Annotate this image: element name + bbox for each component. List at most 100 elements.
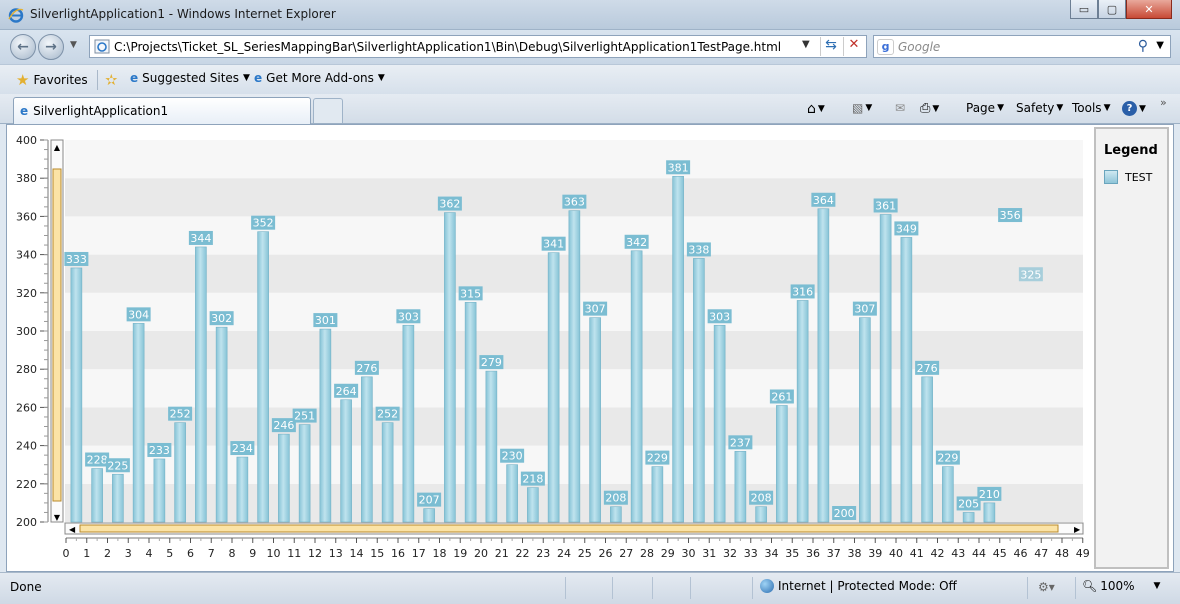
data-label: 333 [66, 253, 87, 266]
search-input[interactable]: Google [898, 40, 940, 54]
chart-bar [713, 324, 726, 523]
refresh-icon[interactable]: ⇆ [820, 37, 841, 56]
data-label: 338 [688, 243, 709, 256]
data-label: 342 [626, 236, 647, 249]
suggested-sites-button[interactable]: e Suggested Sites ▼ [130, 71, 250, 85]
more-commands-icon[interactable]: » [1160, 96, 1167, 109]
x-axis-tick-label: 11 [287, 547, 301, 560]
close-button[interactable]: ✕ [1126, 0, 1172, 19]
search-icon[interactable]: ⚲ [1138, 38, 1148, 54]
x-axis-tick-label: 19 [453, 547, 467, 560]
new-tab-button[interactable] [313, 98, 343, 123]
data-label: 229 [647, 452, 668, 465]
read-mail-button[interactable]: ✉ [895, 101, 905, 115]
chart-bar [859, 317, 871, 523]
y-axis-tick-label: 320 [16, 287, 37, 300]
add-to-favorites-button[interactable]: ✫ [105, 71, 118, 89]
legend-swatch [1104, 170, 1118, 184]
data-label: 218 [522, 473, 543, 486]
chart-bar [464, 302, 477, 523]
restore-button[interactable]: ▢ [1098, 0, 1126, 19]
chevron-down-icon: ▼ [817, 104, 825, 114]
x-axis-tick-label: 46 [1014, 547, 1028, 560]
chevron-down-icon: ▼ [932, 103, 940, 114]
chart-bar [423, 508, 435, 523]
ie-logo-icon [8, 8, 24, 23]
favorites-button[interactable]: ★ Favorites [16, 71, 88, 89]
x-axis-tick-label: 23 [536, 547, 550, 560]
chart-bar [527, 487, 539, 523]
data-label: 361 [875, 199, 896, 212]
data-label: 276 [917, 362, 938, 375]
data-label: 233 [149, 444, 170, 457]
legend: Legend TEST [1094, 127, 1169, 569]
data-label: 302 [211, 312, 232, 325]
data-label: 325 [1020, 268, 1041, 281]
chart-bar [589, 317, 601, 523]
x-axis-tick-label: 24 [557, 547, 571, 560]
data-label: 252 [377, 408, 398, 421]
chart-bar [755, 506, 767, 523]
x-axis-tick-label: 17 [412, 547, 426, 560]
security-zone[interactable]: Internet | Protected Mode: Off [760, 579, 957, 593]
tools-menu-label: Tools [1072, 101, 1102, 115]
data-label: 301 [315, 314, 336, 327]
chart-bar [817, 208, 830, 523]
stop-icon[interactable]: ✕ [843, 37, 864, 56]
page-menu[interactable]: Page ▼ [966, 101, 1004, 115]
chart-bar [921, 376, 933, 523]
x-axis-tick-label: 48 [1055, 547, 1069, 560]
y-axis-tick-label: 200 [16, 516, 37, 529]
get-more-addons-button[interactable]: e Get More Add-ons ▼ [254, 71, 385, 85]
x-axis-tick-label: 25 [578, 547, 592, 560]
x-axis-tick-label: 10 [267, 547, 281, 560]
chart-bar [672, 175, 684, 523]
data-label: 208 [751, 492, 772, 505]
safety-menu[interactable]: Safety ▼ [1016, 101, 1063, 115]
x-axis-tick-label: 14 [350, 547, 364, 560]
data-label: 205 [958, 497, 979, 510]
x-axis-tick-label: 15 [370, 547, 384, 560]
ie-tab-icon: e [20, 104, 29, 118]
zoom-button[interactable]: 🔍︎ 100% ▼ [1082, 579, 1160, 593]
data-label: 304 [128, 308, 149, 321]
forward-button[interactable]: → [38, 34, 64, 60]
address-url[interactable]: C:\Projects\Ticket_SL_SeriesMappingBar\S… [114, 40, 781, 54]
page-icon [94, 39, 110, 54]
tools-menu[interactable]: Tools ▼ [1072, 101, 1110, 115]
y-scroll-down-icon: ▼ [54, 513, 61, 522]
chevron-down-icon: ▼ [1056, 103, 1064, 113]
title-bar: SilverlightApplication1 - Windows Intern… [0, 0, 1180, 30]
data-label: 207 [419, 494, 440, 507]
print-button[interactable]: ⎙ ▼ [920, 101, 939, 116]
address-bar[interactable]: C:\Projects\Ticket_SL_SeriesMappingBar\S… [89, 35, 867, 58]
x-axis-tick-label: 20 [474, 547, 488, 560]
home-button[interactable]: ⌂ ▼ [807, 101, 825, 117]
chevron-down-icon: ▼ [1139, 103, 1146, 114]
x-axis-tick-label: 28 [640, 547, 654, 560]
x-axis-tick-label: 40 [889, 547, 903, 560]
chart-bar [900, 237, 913, 523]
ie-page-icon: e [130, 71, 139, 85]
chart-bar [215, 326, 228, 523]
history-dropdown-icon[interactable]: ▼ [70, 40, 77, 50]
back-button[interactable]: ← [10, 34, 36, 60]
chart-bar [236, 456, 249, 523]
x-axis-tick-label: 5 [166, 547, 173, 560]
chart-bar [132, 323, 145, 523]
bar-chart: 200220240260280300320340360380400▲▼33322… [16, 134, 1094, 560]
data-label: 251 [294, 410, 315, 423]
zoom-icon: 🔍︎ [1082, 579, 1098, 593]
address-dropdown-icon[interactable]: ▼ [802, 39, 810, 50]
protected-mode-icon[interactable]: ⚙▾ [1038, 580, 1055, 594]
tab-label: SilverlightApplication1 [33, 104, 169, 118]
help-button[interactable]: ? ▼ [1122, 101, 1146, 116]
chart-bar [402, 324, 415, 523]
chart-bar [112, 473, 124, 523]
feeds-button[interactable]: ▧ ▼ [852, 101, 872, 115]
minimize-button[interactable]: ▭ [1070, 0, 1098, 19]
tab-silverlightapplication1[interactable]: e SilverlightApplication1 [13, 97, 311, 124]
search-options-dropdown-icon[interactable]: ▼ [1156, 40, 1164, 51]
search-box[interactable]: g Google ⚲ ▼ [873, 35, 1171, 58]
x-axis-tick-label: 45 [993, 547, 1007, 560]
